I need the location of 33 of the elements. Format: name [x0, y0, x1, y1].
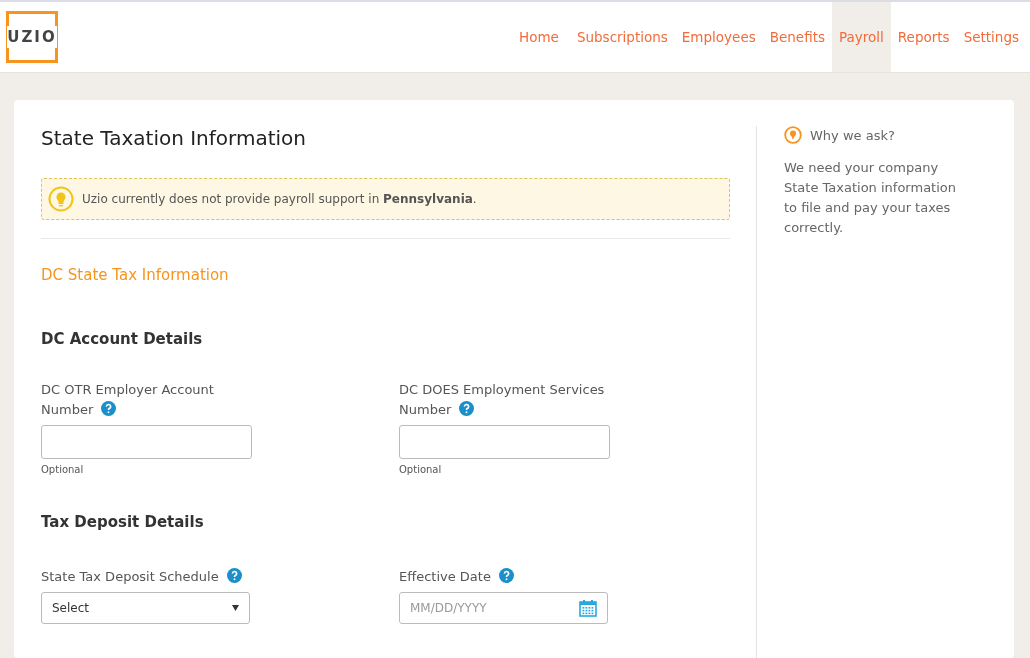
map-pin-icon [784, 126, 802, 144]
field-label: DC OTR Employer Account Number [41, 381, 215, 419]
nav-link[interactable]: Settings [956, 2, 1026, 72]
group-heading: DC Account Details [41, 330, 204, 348]
field-hint: Optional [41, 464, 85, 475]
calendar-icon[interactable] [579, 599, 597, 617]
field-label: State Tax Deposit Schedule [41, 567, 261, 587]
help-icon[interactable] [459, 401, 475, 416]
nav-link[interactable]: Home [512, 2, 566, 72]
nav-link[interactable]: Reports [890, 2, 957, 72]
nav-link[interactable]: Subscriptions [569, 2, 675, 72]
lightbulb-icon [48, 186, 74, 212]
help-icon[interactable] [226, 568, 242, 583]
field-label: Effective Date [399, 567, 619, 587]
field-label: DC DOES Employment Services Number [399, 381, 606, 419]
select-dropdown[interactable]: Select [41, 592, 250, 624]
page-title: State Taxation Information [41, 126, 307, 150]
field-hint: Optional [399, 464, 443, 475]
sidebar-text: We need your company State Taxation information to file and pay your taxes correctly. [784, 159, 958, 237]
logo: UZIO [6, 11, 58, 63]
nav-link[interactable]: Payroll [832, 2, 891, 72]
text-input-field[interactable] [41, 425, 252, 459]
help-icon[interactable] [101, 401, 117, 416]
nav-link[interactable]: Employees [674, 2, 763, 72]
section-title: DC State Tax Information [41, 266, 230, 284]
date-input-field[interactable]: MM/DD/YYYY [399, 592, 608, 624]
help-icon[interactable] [498, 568, 514, 583]
group-heading: Tax Deposit Details [41, 513, 205, 531]
alert-text: Uzio currently does not provide payroll support in Pennsylvania. [82, 192, 477, 206]
text-input-field[interactable] [399, 425, 610, 459]
nav-link[interactable]: Benefits [762, 2, 832, 72]
caret-icon [232, 605, 239, 611]
sidebar-title: Why we ask? [810, 127, 895, 143]
